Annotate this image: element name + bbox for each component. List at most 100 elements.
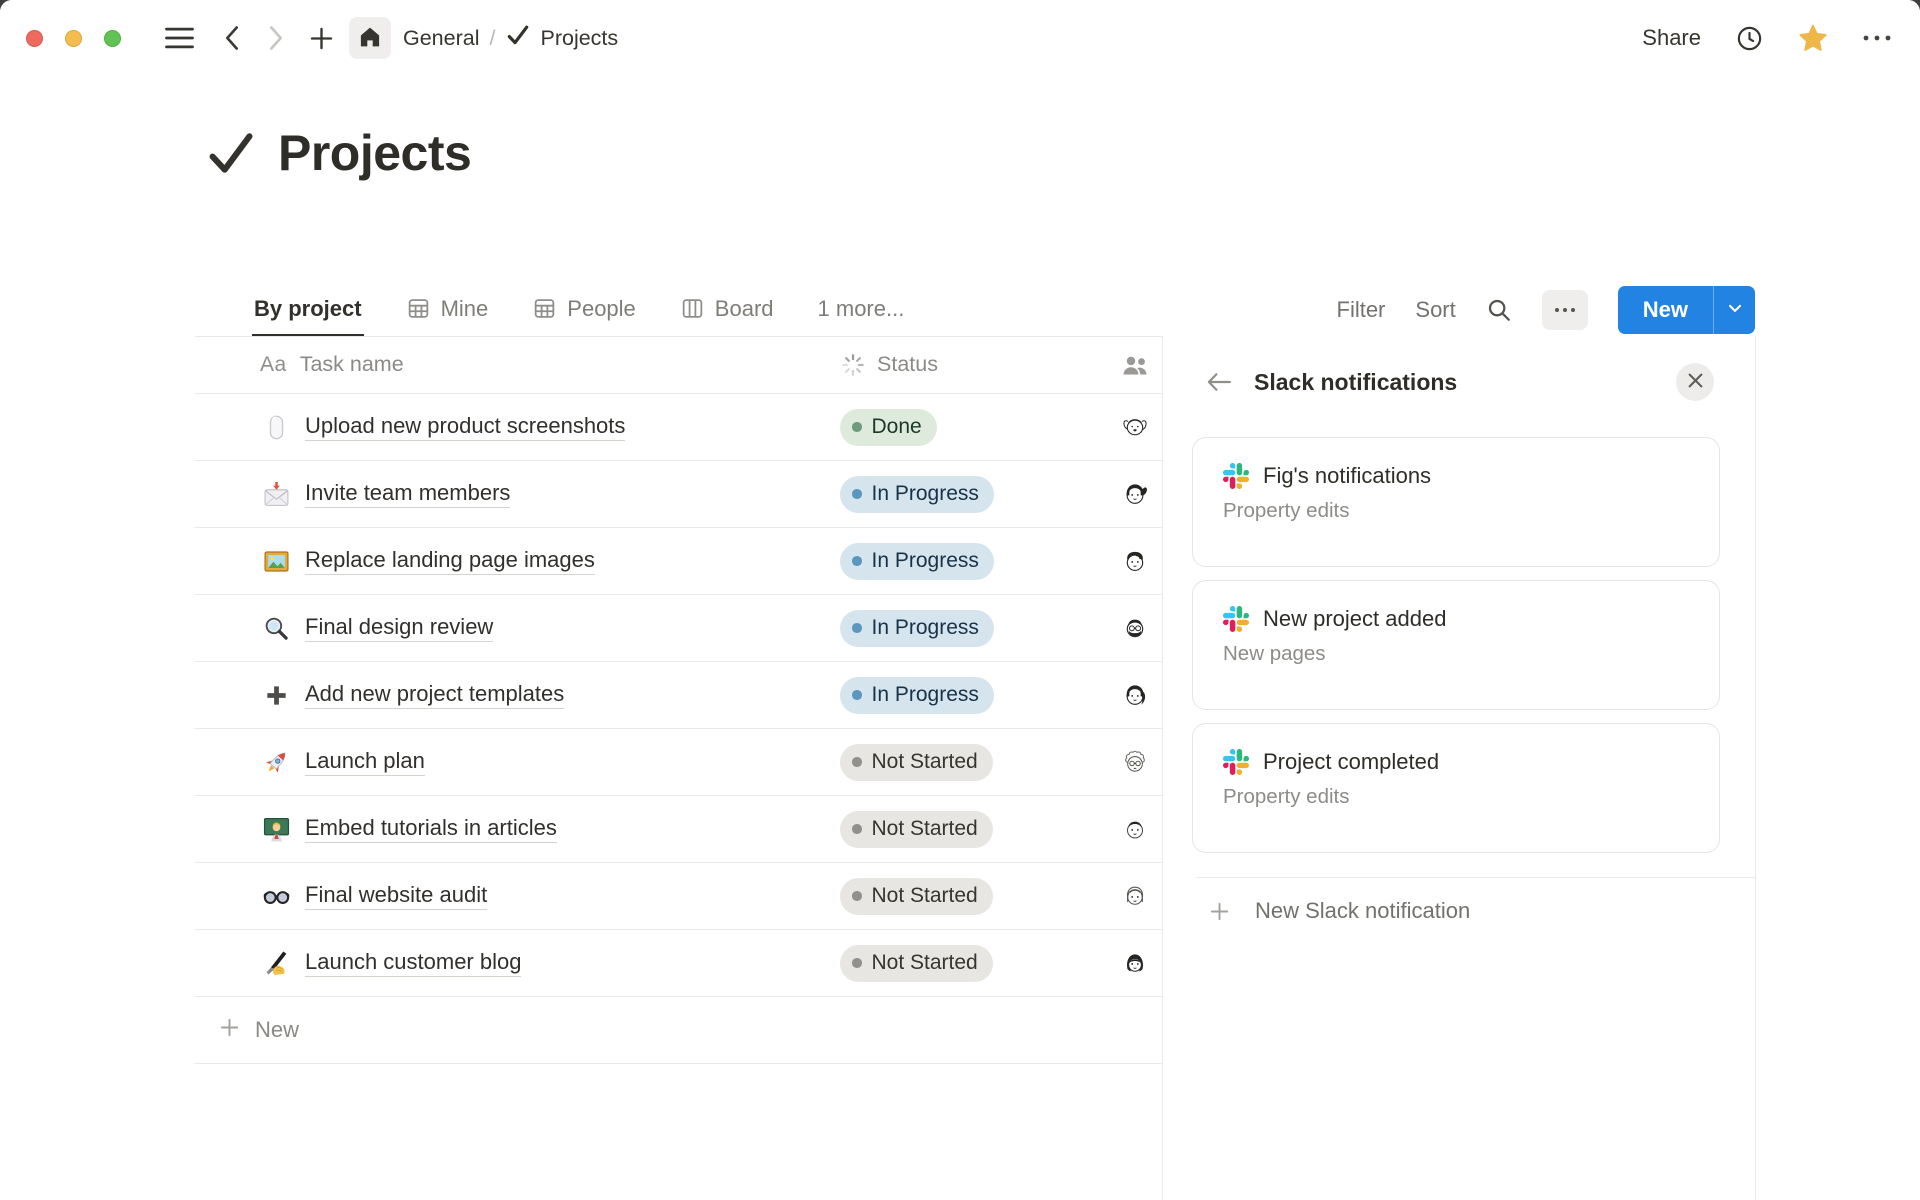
notification-cards: Fig's notificationsProperty editsNew pro… <box>1192 437 1726 853</box>
task-name-link[interactable]: Launch plan <box>305 748 425 776</box>
arrow-left-icon <box>1205 370 1234 394</box>
close-window-button[interactable] <box>26 30 43 47</box>
view-tabs: By project Mine People Board 1 more... <box>252 283 906 336</box>
search-button[interactable] <box>1486 297 1512 323</box>
avatar[interactable] <box>1120 613 1150 643</box>
panel-title: Slack notifications <box>1254 369 1457 396</box>
tab-by-project[interactable]: By project <box>252 283 364 336</box>
status-pill[interactable]: Not Started <box>840 945 993 982</box>
task-name-link[interactable]: Invite team members <box>305 480 510 508</box>
updates-button[interactable] <box>1735 24 1764 53</box>
teacher-icon <box>263 816 290 843</box>
table-row: Launch plan Not Started <box>195 729 1162 796</box>
hamburger-icon <box>163 25 196 51</box>
view-options-button[interactable] <box>1542 290 1588 330</box>
slack-icon <box>1223 606 1249 632</box>
status-label: Not Started <box>872 750 978 774</box>
mouse-icon <box>263 414 290 441</box>
avatar[interactable] <box>1120 479 1150 509</box>
panel-close-button[interactable] <box>1676 363 1714 401</box>
avatar[interactable] <box>1120 814 1150 844</box>
new-button[interactable]: New <box>1618 286 1713 334</box>
slack-notification-card[interactable]: New project addedNew pages <box>1192 580 1720 710</box>
favorite-button[interactable] <box>1798 23 1828 53</box>
filter-button[interactable]: Filter <box>1337 297 1386 323</box>
task-name-link[interactable]: Replace landing page images <box>305 547 595 575</box>
avatar[interactable] <box>1120 412 1150 442</box>
column-status[interactable]: Status <box>840 352 1108 378</box>
breadcrumb-workspace[interactable]: General <box>403 26 480 51</box>
star-icon <box>1798 23 1828 53</box>
tab-1-more[interactable]: 1 more... <box>816 283 907 336</box>
status-pill[interactable]: Not Started <box>840 878 993 915</box>
column-person[interactable] <box>1108 353 1162 377</box>
zoom-window-button[interactable] <box>104 30 121 47</box>
tab-mine[interactable]: Mine <box>404 283 491 336</box>
task-name-link[interactable]: Launch customer blog <box>305 949 521 977</box>
task-name-link[interactable]: Upload new product screenshots <box>305 413 625 441</box>
panel-divider <box>1196 877 1755 878</box>
column-label: Status <box>877 352 938 377</box>
new-slack-notification-button[interactable]: New Slack notification <box>1208 898 1755 924</box>
slack-icon <box>1223 749 1249 775</box>
spinner-icon <box>840 352 866 378</box>
task-name-link[interactable]: Final design review <box>305 614 493 642</box>
task-rows: Upload new product screenshots Done Invite… <box>195 394 1162 997</box>
check-icon <box>505 22 531 54</box>
avatar[interactable] <box>1120 747 1150 777</box>
breadcrumb-page[interactable]: Projects <box>505 22 618 54</box>
page-title[interactable]: Projects <box>278 124 471 182</box>
column-task-name[interactable]: Aa Task name <box>195 352 840 377</box>
column-label: Task name <box>300 352 404 377</box>
close-icon <box>1687 372 1704 392</box>
table-row: Final design review In Progress <box>195 595 1162 662</box>
board-view-icon <box>680 296 705 321</box>
new-task-row[interactable]: New <box>195 997 1162 1064</box>
share-button[interactable]: Share <box>1642 25 1701 51</box>
status-pill[interactable]: In Progress <box>840 543 994 580</box>
new-dropdown-button[interactable] <box>1714 286 1755 334</box>
sidebar-toggle-button[interactable] <box>163 25 196 51</box>
status-label: Not Started <box>872 951 978 975</box>
status-dot-icon <box>852 489 862 499</box>
forward-button[interactable] <box>264 24 288 52</box>
slack-icon <box>1223 463 1249 489</box>
page-header: Projects <box>204 120 471 186</box>
avatar[interactable] <box>1120 680 1150 710</box>
back-button[interactable] <box>220 24 244 52</box>
people-icon <box>1121 353 1149 377</box>
sort-button[interactable]: Sort <box>1415 297 1455 323</box>
panel-back-button[interactable] <box>1205 370 1234 394</box>
status-dot-icon <box>852 623 862 633</box>
status-pill[interactable]: Done <box>840 409 937 446</box>
chevron-left-icon <box>220 24 244 52</box>
status-pill[interactable]: In Progress <box>840 677 994 714</box>
tab-people[interactable]: People <box>530 283 638 336</box>
minimize-window-button[interactable] <box>65 30 82 47</box>
status-pill[interactable]: In Progress <box>840 610 994 647</box>
titlebar: General / Projects Share <box>0 0 1920 76</box>
status-pill[interactable]: In Progress <box>840 476 994 513</box>
slack-notification-card[interactable]: Fig's notificationsProperty edits <box>1192 437 1720 567</box>
notification-title: New project added <box>1263 606 1446 632</box>
avatar[interactable] <box>1120 881 1150 911</box>
status-label: Not Started <box>872 817 978 841</box>
avatar[interactable] <box>1120 546 1150 576</box>
home-button[interactable] <box>349 17 391 59</box>
status-label: In Progress <box>872 549 979 573</box>
table-header: Aa Task name Status <box>195 336 1162 394</box>
breadcrumb-separator: / <box>490 26 496 51</box>
tab-board[interactable]: Board <box>678 283 776 336</box>
task-name-link[interactable]: Embed tutorials in articles <box>305 815 557 843</box>
task-name-link[interactable]: Add new project templates <box>305 681 564 709</box>
magnifying-glass-icon <box>263 615 290 642</box>
avatar[interactable] <box>1120 948 1150 978</box>
task-name-link[interactable]: Final website audit <box>305 882 487 910</box>
status-pill[interactable]: Not Started <box>840 744 993 781</box>
status-pill[interactable]: Not Started <box>840 811 993 848</box>
notification-title: Project completed <box>1263 749 1439 775</box>
slack-notification-card[interactable]: Project completedProperty edits <box>1192 723 1720 853</box>
more-options-button[interactable] <box>1862 33 1892 43</box>
table-row: Final website audit Not Started <box>195 863 1162 930</box>
new-page-button[interactable] <box>308 25 335 52</box>
